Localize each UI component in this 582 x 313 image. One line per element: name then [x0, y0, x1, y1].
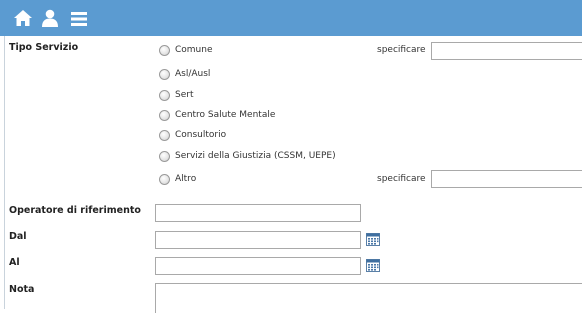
- nota-label: Nota: [9, 284, 35, 295]
- calendar-icon[interactable]: [366, 231, 380, 250]
- specificare-label: specificare: [377, 174, 426, 184]
- option-label: Asl/Ausl: [175, 69, 211, 79]
- option-servizi-giustizia[interactable]: Servizi della Giustizia (CSSM, UEPE): [159, 149, 336, 163]
- option-label: Comune: [175, 45, 213, 55]
- option-label: Sert: [175, 90, 194, 100]
- al-label: Al: [9, 257, 20, 268]
- option-altro[interactable]: Altro: [159, 172, 196, 186]
- calendar-icon[interactable]: [366, 257, 380, 276]
- option-label: Servizi della Giustizia (CSSM, UEPE): [175, 151, 336, 161]
- user-icon[interactable]: [41, 9, 59, 31]
- option-asl[interactable]: Asl/Ausl: [159, 67, 210, 81]
- radio-asl[interactable]: [159, 68, 170, 80]
- option-centro-salute-mentale[interactable]: Centro Salute Mentale: [159, 108, 275, 122]
- specificare-comune-input[interactable]: [431, 42, 582, 60]
- option-label: Centro Salute Mentale: [175, 110, 276, 120]
- radio-servizi-giustizia[interactable]: [159, 150, 170, 162]
- dal-label: Dal: [9, 231, 27, 242]
- home-icon[interactable]: [13, 9, 33, 31]
- option-label: Altro: [175, 174, 197, 184]
- operatore-label: Operatore di riferimento: [9, 205, 141, 216]
- radio-comune[interactable]: [159, 44, 170, 56]
- option-label: Consultorio: [175, 130, 227, 140]
- top-toolbar: [0, 0, 582, 36]
- al-date-input[interactable]: [155, 257, 361, 275]
- option-consultorio[interactable]: Consultorio: [159, 128, 226, 142]
- operatore-input[interactable]: [155, 204, 361, 222]
- option-sert[interactable]: Sert: [159, 88, 193, 102]
- tipo-servizio-label: Tipo Servizio: [9, 42, 79, 53]
- specificare-altro-input[interactable]: [431, 170, 582, 188]
- option-comune[interactable]: Comune: [159, 43, 213, 57]
- menu-icon[interactable]: [71, 11, 87, 30]
- radio-sert[interactable]: [159, 89, 170, 101]
- radio-consultorio[interactable]: [159, 129, 170, 141]
- dal-date-input[interactable]: [155, 231, 361, 249]
- radio-altro[interactable]: [159, 173, 170, 185]
- radio-centro-salute-mentale[interactable]: [159, 109, 170, 121]
- specificare-label: specificare: [377, 45, 426, 55]
